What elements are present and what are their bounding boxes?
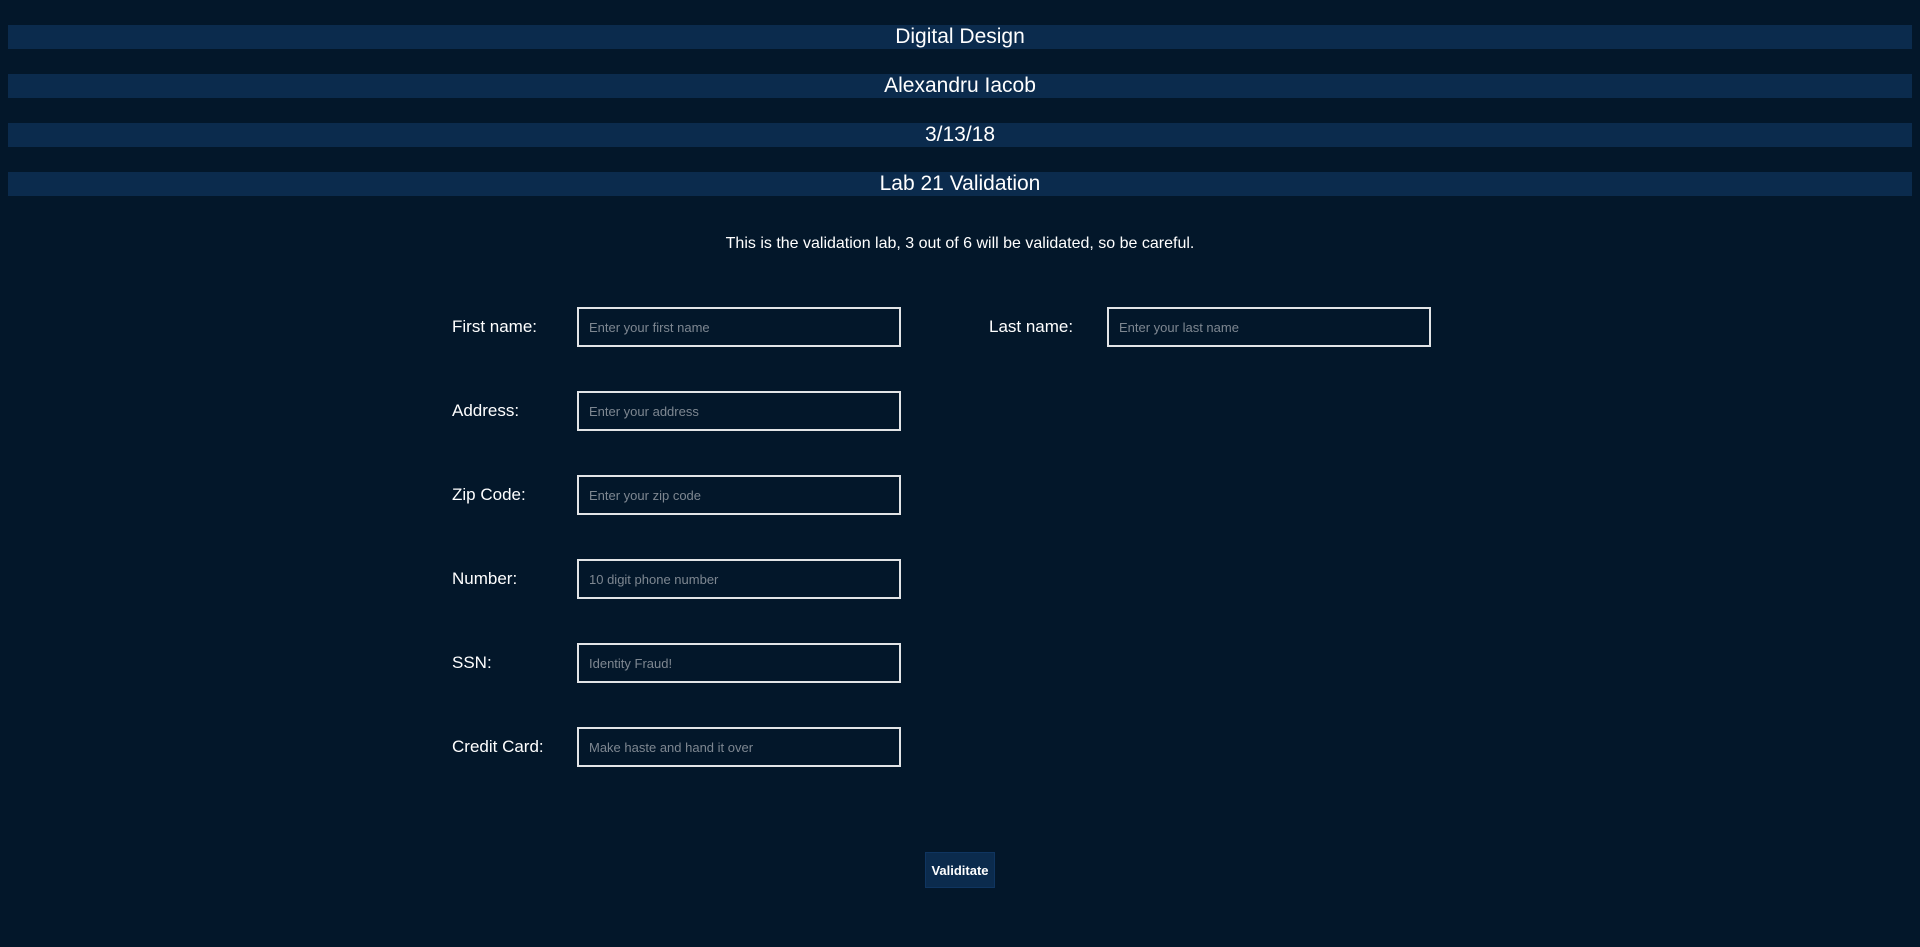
zip-code-label: Zip Code: (452, 485, 526, 504)
date-banner: 3/13/18 (8, 123, 1912, 147)
first-name-input[interactable] (577, 307, 901, 347)
last-name-label: Last name: (989, 317, 1074, 336)
credit-card-label: Credit Card: (452, 737, 544, 756)
validate-button[interactable]: Validitate (925, 852, 995, 888)
intro-text: This is the validation lab, 3 out of 6 w… (725, 235, 1195, 252)
address-input[interactable] (577, 391, 901, 431)
author-banner: Alexandru Iacob (8, 74, 1912, 98)
phone-number-label: Number: (452, 569, 518, 588)
first-name-label: First name: (452, 317, 538, 336)
last-name-input[interactable] (1107, 307, 1431, 347)
phone-number-input[interactable] (577, 559, 901, 599)
ssn-label: SSN: (452, 653, 492, 672)
zip-code-input[interactable] (577, 475, 901, 515)
course-banner: Digital Design (8, 25, 1912, 49)
lab-title-banner: Lab 21 Validation (8, 172, 1912, 196)
ssn-input[interactable] (577, 643, 901, 683)
address-label: Address: (452, 401, 520, 420)
credit-card-input[interactable] (577, 727, 901, 767)
